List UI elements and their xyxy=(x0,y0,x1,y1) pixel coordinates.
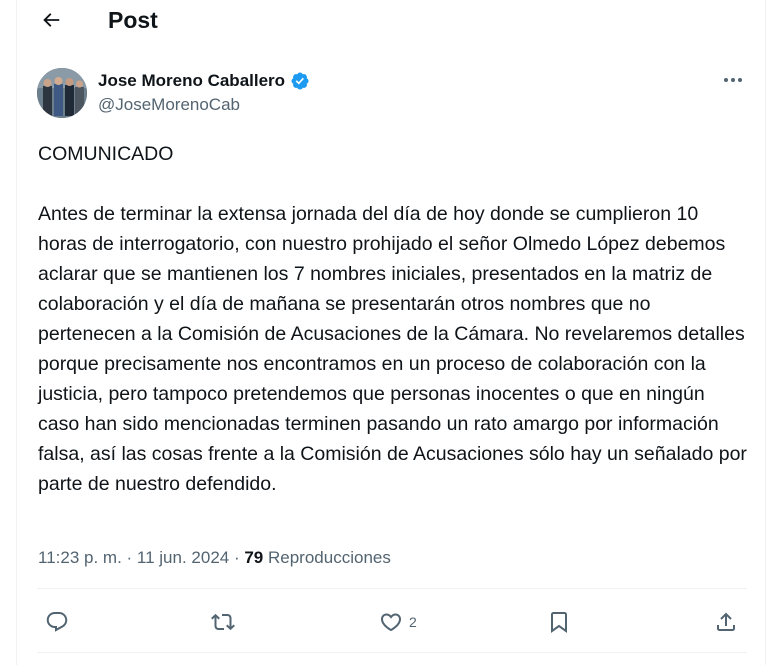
author-handle[interactable]: @JoseMorenoCab xyxy=(98,94,310,116)
tweet-time[interactable]: 11:23 p. m. xyxy=(38,548,122,567)
post-header: Post xyxy=(17,0,765,42)
meta-divider xyxy=(37,588,747,589)
retweet-button[interactable] xyxy=(211,607,235,637)
bookmark-button[interactable] xyxy=(547,607,571,637)
tweet-date[interactable]: 11 jun. 2024 xyxy=(137,548,229,567)
views-count: 79 xyxy=(244,548,264,567)
author-block: Jose Moreno Caballero @JoseMorenoCab xyxy=(98,70,310,116)
back-button[interactable] xyxy=(37,6,65,34)
heart-icon xyxy=(379,610,403,634)
meta-separator: · xyxy=(229,548,245,567)
meta-separator: · xyxy=(121,548,137,567)
post-column: Post Jose Moreno Caballero @JoseMorenoCa… xyxy=(16,0,766,665)
share-icon xyxy=(714,610,738,634)
reply-button[interactable] xyxy=(45,607,69,637)
bookmark-icon xyxy=(547,610,571,634)
views-label: Reproducciones xyxy=(268,548,391,567)
tweet-text: COMUNICADO Antes de terminar la extensa … xyxy=(38,143,747,495)
more-options-button[interactable] xyxy=(721,70,745,90)
verified-badge-icon[interactable] xyxy=(290,71,310,91)
author-name-row: Jose Moreno Caballero xyxy=(98,70,310,92)
page-title: Post xyxy=(108,7,158,33)
like-button[interactable]: 2 xyxy=(379,607,417,637)
retweet-icon xyxy=(211,610,235,634)
actions-divider xyxy=(37,652,747,653)
reply-icon xyxy=(45,610,69,634)
tweet-meta: 11:23 p. m. · 11 jun. 2024 · 79 Reproduc… xyxy=(38,546,391,570)
author-name[interactable]: Jose Moreno Caballero xyxy=(98,70,285,92)
arrow-left-icon xyxy=(40,9,62,31)
avatar[interactable] xyxy=(37,68,87,118)
profile-photo xyxy=(37,68,87,118)
like-count: 2 xyxy=(409,614,417,630)
more-horizontal-icon xyxy=(723,77,743,83)
share-button[interactable] xyxy=(714,607,738,637)
